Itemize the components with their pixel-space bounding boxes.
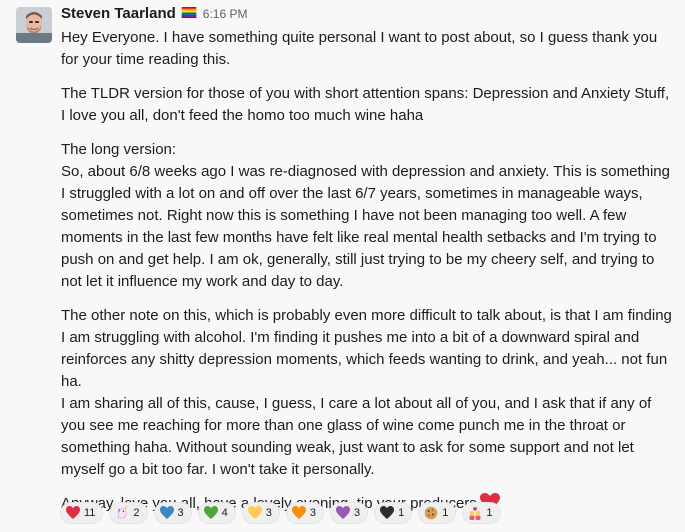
reaction-orange-heart[interactable]: 3 xyxy=(285,502,325,524)
red-heart-icon xyxy=(66,506,80,520)
reaction-count: 4 xyxy=(221,507,228,519)
purple-heart-icon xyxy=(336,506,351,520)
cookie-icon xyxy=(424,506,438,520)
reaction-count: 3 xyxy=(177,507,184,519)
message-paragraph: I am sharing all of this, cause, I guess… xyxy=(61,395,652,478)
reactions-bar: 11 2 3 4 3 3 3 1 1 1 xyxy=(60,502,501,524)
message-body: Hey Everyone. I have something quite per… xyxy=(61,27,673,515)
reaction-count: 3 xyxy=(354,507,361,519)
reaction-count: 1 xyxy=(486,507,493,519)
message-header: Steven Taarland 6:16 PM xyxy=(61,5,673,27)
reaction-red-heart[interactable]: 11 xyxy=(60,502,104,524)
reaction-couple-with-heart[interactable]: 1 xyxy=(462,502,501,524)
message-paragraph: The other note on this, which is probabl… xyxy=(61,307,672,390)
avatar-image xyxy=(16,7,52,43)
reaction-purple-heart[interactable]: 3 xyxy=(330,502,369,524)
reaction-green-heart[interactable]: 4 xyxy=(197,502,236,524)
message-paragraph: The long version: xyxy=(61,141,177,158)
reaction-count: 3 xyxy=(265,507,272,519)
avatar[interactable] xyxy=(16,7,52,43)
reaction-count: 1 xyxy=(442,507,449,519)
reaction-unicorn[interactable]: 2 xyxy=(109,502,148,524)
reaction-black-heart[interactable]: 1 xyxy=(374,502,413,524)
reaction-count: 2 xyxy=(133,507,140,519)
orange-heart-icon xyxy=(291,506,306,520)
yellow-heart-icon xyxy=(247,506,262,520)
message-paragraph: The TLDR version for those of you with s… xyxy=(61,85,670,124)
message-content: Steven Taarland 6:16 PM Hey Everyone. I … xyxy=(61,5,673,515)
rainbow-flag-icon xyxy=(181,7,197,18)
message-timestamp[interactable]: 6:16 PM xyxy=(203,7,248,21)
black-heart-icon xyxy=(380,506,395,520)
reaction-cookie[interactable]: 1 xyxy=(418,502,457,524)
unicorn-icon xyxy=(115,506,129,520)
blue-heart-icon xyxy=(159,506,174,520)
message-paragraph: Hey Everyone. I have something quite per… xyxy=(61,29,658,68)
reaction-count: 3 xyxy=(309,507,317,519)
reaction-count: 11 xyxy=(84,507,96,519)
reaction-count: 1 xyxy=(398,507,405,519)
couple-with-heart-icon xyxy=(468,506,482,520)
reaction-yellow-heart[interactable]: 3 xyxy=(241,502,280,524)
chat-message: Steven Taarland 6:16 PM Hey Everyone. I … xyxy=(0,0,685,532)
green-heart-icon xyxy=(203,506,218,520)
message-paragraph: So, about 6/8 weeks ago I was re-diagnos… xyxy=(61,163,670,290)
author-name[interactable]: Steven Taarland xyxy=(61,5,176,22)
reaction-blue-heart[interactable]: 3 xyxy=(153,502,192,524)
